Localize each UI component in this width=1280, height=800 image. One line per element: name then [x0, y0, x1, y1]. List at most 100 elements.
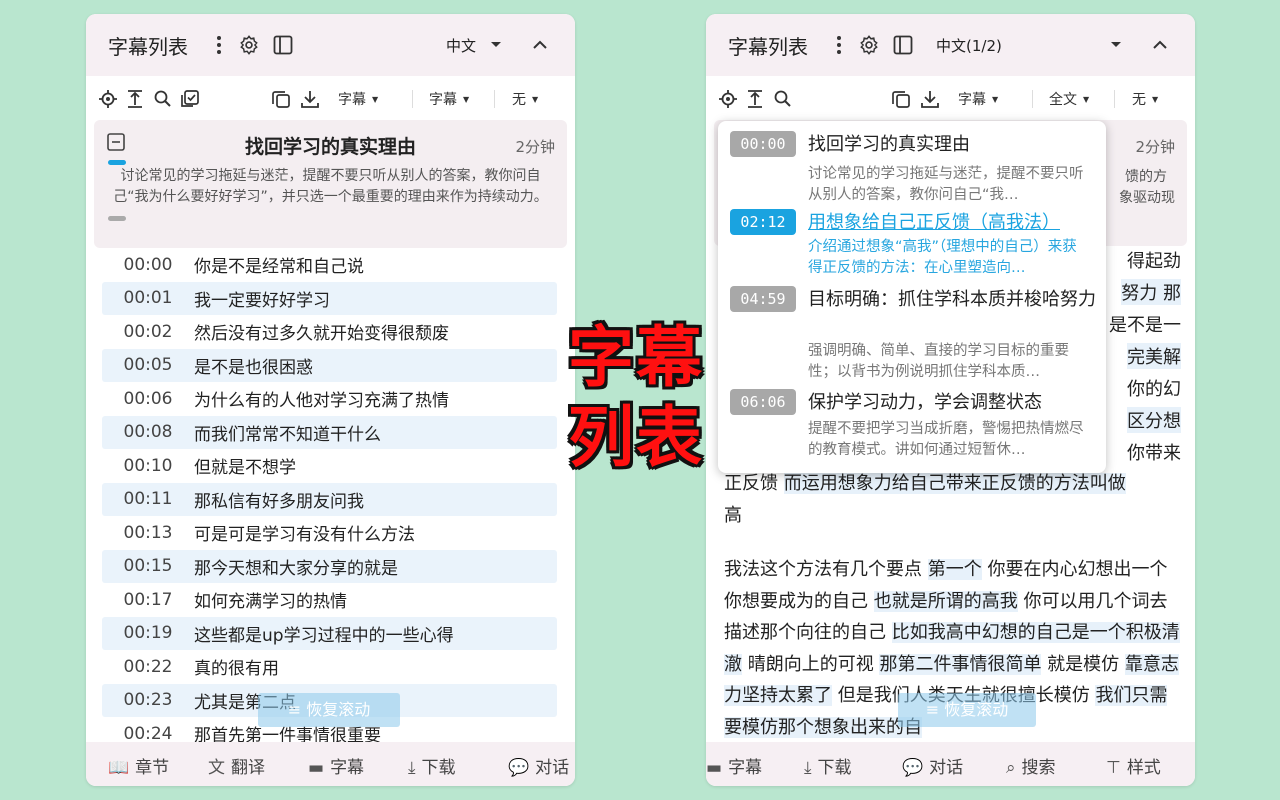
- subtitle-row[interactable]: 00:02 然后没有过多久就开始变得很颓废: [102, 315, 557, 349]
- subtitle-text: 我一定要好好学习: [194, 290, 330, 311]
- subtitle-time[interactable]: 00:13: [102, 523, 194, 543]
- subtitle-time[interactable]: 00:10: [102, 456, 194, 476]
- nav-translate[interactable]: 文翻译: [208, 753, 265, 778]
- overlay-line: 列表: [568, 399, 704, 476]
- subtitle-time[interactable]: 00:05: [102, 355, 194, 375]
- subtitle-time[interactable]: 00:19: [102, 623, 194, 643]
- chapter-time[interactable]: 02:12: [730, 209, 796, 235]
- nav-download[interactable]: ⤓ 下载: [804, 753, 852, 778]
- chevron-down-icon[interactable]: [490, 41, 502, 49]
- subtitle-time[interactable]: 00:01: [102, 288, 194, 308]
- more-vertical-icon[interactable]: [214, 34, 224, 56]
- subtitle-time[interactable]: 00:00: [102, 255, 194, 275]
- chapter-time[interactable]: 00:00: [730, 131, 796, 157]
- subtitle-time[interactable]: 00:08: [102, 422, 194, 442]
- subtitle-text: 可是可是学习有没有什么方法: [194, 525, 415, 546]
- chapter-title[interactable]: 保护学习动力，学会调整状态: [808, 389, 1096, 417]
- text-segment: 你带来: [1127, 443, 1181, 464]
- nav-search[interactable]: ⌕ 搜索: [1006, 753, 1056, 778]
- nav-download[interactable]: ⤓ 下载: [408, 753, 456, 778]
- nav-subtitles[interactable]: ▬ 字幕: [706, 753, 762, 778]
- toolbar: 字幕 ▼ 字幕 ▼ 无 ▼: [86, 76, 575, 120]
- select-all-icon[interactable]: [180, 89, 200, 109]
- text-segment: 区分想: [1127, 407, 1181, 433]
- gear-icon[interactable]: [238, 34, 260, 56]
- subtitle-mode-dropdown[interactable]: 字幕 ▼: [958, 89, 998, 109]
- chapter-title[interactable]: 目标明确：抓住学科本质并梭哈努力: [808, 286, 1096, 314]
- subtitle-row[interactable]: 00:13 可是可是学习有没有什么方法: [102, 516, 557, 550]
- toolbar-divider: [1032, 90, 1033, 108]
- chat-icon: 💬: [902, 758, 924, 778]
- fulltext-paragraph: 正反馈 而运用想象力给自己带来正反馈的方法叫做高: [724, 468, 1181, 531]
- subtitle-row[interactable]: 00:11 那私信有好多朋友问我: [102, 482, 557, 516]
- scroll-to-icon[interactable]: [126, 89, 144, 109]
- locate-icon[interactable]: [98, 89, 118, 109]
- display-mode-dropdown[interactable]: 全文 ▼: [1049, 89, 1089, 109]
- nav-style[interactable]: ⊤ 样式: [1106, 753, 1161, 778]
- subtitle-text: 那今天想和大家分享的就是: [194, 558, 398, 579]
- subtitle-row[interactable]: 00:08 而我们常常不知道干什么: [102, 415, 557, 449]
- subtitle-time[interactable]: 00:23: [102, 690, 194, 710]
- display-mode-dropdown[interactable]: 字幕 ▼: [429, 89, 469, 109]
- subtitle-time[interactable]: 00:17: [102, 590, 194, 610]
- translate-dropdown[interactable]: 无 ▼: [1132, 89, 1158, 109]
- more-vertical-icon[interactable]: [834, 34, 844, 56]
- text-segment: 正反馈: [724, 473, 784, 494]
- download-icon[interactable]: [920, 89, 940, 109]
- nav-subtitles[interactable]: ▬ 字幕: [308, 753, 364, 778]
- chevron-up-icon[interactable]: [1152, 38, 1168, 50]
- subtitle-list: 00:00 你是不是经常和自己说 00:01 我一定要好好学习 00:02 然后没有过多久…: [102, 248, 557, 751]
- restore-scroll-button[interactable]: ≡ 恢复滚动: [898, 693, 1036, 727]
- subtitle-row[interactable]: 00:22 真的很有用: [102, 650, 557, 684]
- text-segment[interactable]: 而运用想象力给自己带来正反馈的方法叫做: [783, 473, 1126, 494]
- subtitle-time[interactable]: 00:22: [102, 657, 194, 677]
- toolbar: 字幕 ▼ 全文 ▼ 无 ▼: [706, 76, 1195, 120]
- subtitle-row[interactable]: 00:01 我一定要好好学习: [102, 281, 557, 315]
- language-select[interactable]: 中文: [446, 35, 476, 56]
- subtitle-panel-left: 字幕列表 中文 字幕 ▼ 字幕 ▼ 无 ▼ 找回学习的真实理由 2分钟 讨论常见…: [86, 14, 575, 786]
- nav-chat[interactable]: 💬 对话: [508, 753, 569, 778]
- subtitle-time[interactable]: 00:06: [102, 389, 194, 409]
- subtitle-row[interactable]: 00:17 如何充满学习的热情: [102, 583, 557, 617]
- search-icon[interactable]: [153, 89, 172, 108]
- subtitle-text: 这些都是up学习过程中的一些心得: [194, 625, 454, 646]
- copy-icon[interactable]: [891, 89, 911, 109]
- subtitle-row[interactable]: 00:00 你是不是经常和自己说: [102, 248, 557, 282]
- subtitle-mode-dropdown[interactable]: 字幕 ▼: [338, 89, 378, 109]
- chapter-title[interactable]: 用想象给自己正反馈（高我法）: [808, 209, 1096, 237]
- nav-chapters[interactable]: 📖 章节: [108, 753, 169, 778]
- chat-icon: 💬: [508, 758, 530, 778]
- subtitle-time[interactable]: 00:02: [102, 322, 194, 342]
- restore-scroll-button[interactable]: ≡ 恢复滚动: [258, 693, 400, 727]
- translate-dropdown[interactable]: 无 ▼: [512, 89, 538, 109]
- subtitle-row[interactable]: 00:19 这些都是up学习过程中的一些心得: [102, 616, 557, 650]
- chapter-time[interactable]: 06:06: [730, 389, 796, 415]
- subtitle-row[interactable]: 00:15 那今天想和大家分享的就是: [102, 549, 557, 583]
- subtitle-time[interactable]: 00:11: [102, 489, 194, 509]
- text-segment[interactable]: 第一个: [927, 559, 982, 580]
- sidebar-toggle-icon[interactable]: [893, 35, 913, 55]
- text-segment[interactable]: 那第二件事情很简单: [879, 653, 1042, 675]
- subtitle-row[interactable]: 00:10 但就是不想学: [102, 449, 557, 483]
- copy-icon[interactable]: [271, 89, 291, 109]
- search-icon[interactable]: [773, 89, 792, 108]
- language-select[interactable]: 中文(1/2): [936, 35, 1002, 56]
- nav-chat[interactable]: 💬 对话: [902, 753, 963, 778]
- subtitle-time[interactable]: 00:24: [102, 724, 194, 744]
- chapter-card[interactable]: 找回学习的真实理由 2分钟 讨论常见的学习拖延与迷茫，提醒不要只听从别人的答案，…: [94, 120, 567, 248]
- download-icon[interactable]: [300, 89, 320, 109]
- text-segment[interactable]: 也就是所谓的高我: [873, 590, 1018, 612]
- sidebar-toggle-icon[interactable]: [273, 35, 293, 55]
- chapter-time[interactable]: 04:59: [730, 286, 796, 312]
- chevron-up-icon[interactable]: [532, 38, 548, 50]
- subtitle-text: 如何充满学习的热情: [194, 592, 347, 613]
- gear-icon[interactable]: [858, 34, 880, 56]
- scroll-to-icon[interactable]: [746, 89, 764, 109]
- chapter-title[interactable]: 找回学习的真实理由: [808, 131, 1096, 159]
- subtitle-row[interactable]: 00:05 是不是也很困惑: [102, 348, 557, 382]
- subtitle-time[interactable]: 00:15: [102, 556, 194, 576]
- subtitle-row[interactable]: 00:06 为什么有的人他对学习充满了热情: [102, 382, 557, 416]
- locate-icon[interactable]: [718, 89, 738, 109]
- chevron-down-icon[interactable]: [1110, 41, 1122, 49]
- paint-roller-icon: ⊤: [1106, 758, 1121, 778]
